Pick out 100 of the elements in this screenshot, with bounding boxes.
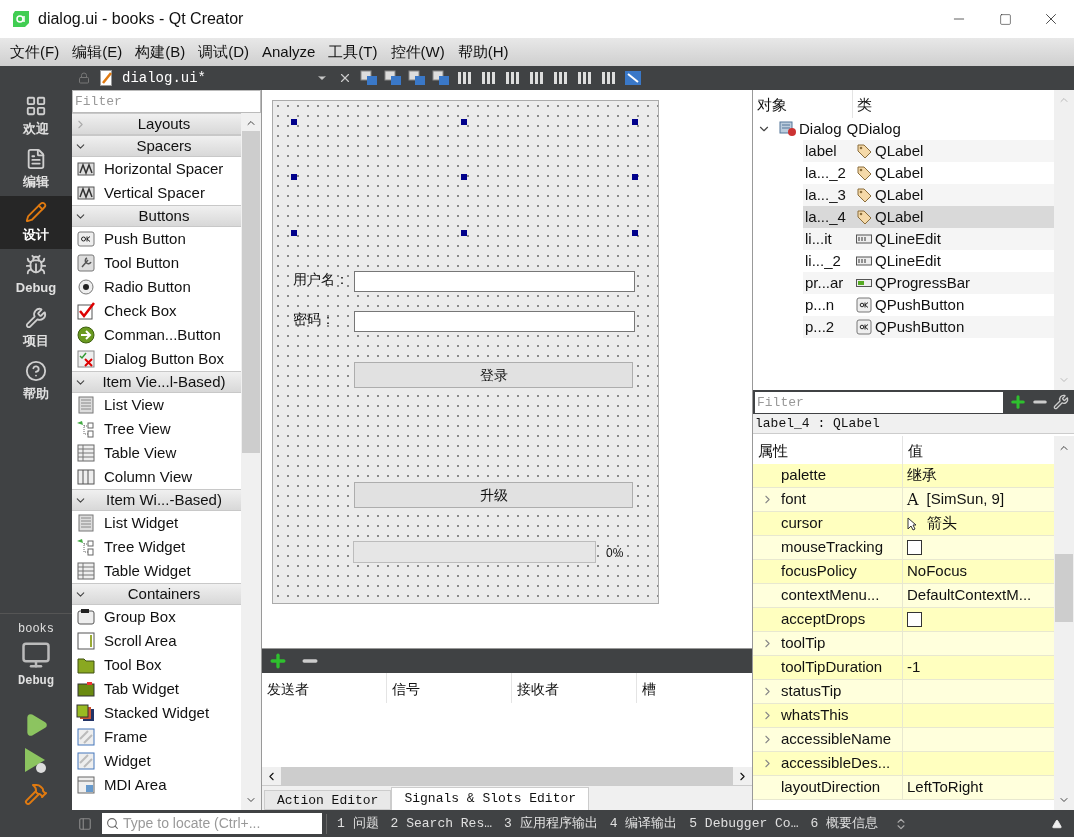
widget-item[interactable]: List View xyxy=(72,393,241,417)
widget-item[interactable]: Widget xyxy=(72,749,241,773)
checkbox[interactable] xyxy=(907,540,922,555)
column-header[interactable]: 类 xyxy=(853,90,1054,118)
widget-item[interactable]: List Widget xyxy=(72,511,241,535)
tree-row[interactable]: la..._3 QLabel xyxy=(803,184,1054,206)
widget-item[interactable]: Vertical Spacer xyxy=(72,181,241,205)
property-value[interactable]: 继承 xyxy=(907,464,937,487)
filter-field[interactable]: Filter xyxy=(72,90,261,113)
mode-tab[interactable]: 欢迎 xyxy=(0,90,72,143)
property-value[interactable]: [SimSun, 9] xyxy=(926,488,1005,511)
category-header[interactable]: Buttons xyxy=(72,205,241,227)
scroll-thumb[interactable] xyxy=(242,131,260,453)
property-row[interactable]: contextMenu... DefaultContextM... xyxy=(753,584,1054,608)
category-header[interactable]: Containers xyxy=(72,583,241,605)
property-row[interactable]: accessibleDes... xyxy=(753,752,1054,776)
expand-panel-icon[interactable] xyxy=(1052,818,1062,829)
column-header[interactable]: 接收者 xyxy=(512,673,637,703)
widget-item[interactable]: Tool Box xyxy=(72,653,241,677)
push-button[interactable]: 登录 xyxy=(354,362,633,388)
category-header[interactable]: Spacers xyxy=(72,135,241,157)
menu-item[interactable]: 调试(D) xyxy=(192,40,255,64)
dialog-form[interactable]: 用户名： 密码： 登录 升级 0% xyxy=(272,100,659,604)
widget-item[interactable]: Group Box xyxy=(72,605,241,629)
mode-tab[interactable]: 设计 xyxy=(0,196,72,249)
column-header[interactable]: 信号 xyxy=(387,673,512,703)
layout-icon[interactable] xyxy=(360,70,378,86)
widget-item[interactable]: Tree Widget xyxy=(72,535,241,559)
widget-item[interactable]: Table Widget xyxy=(72,559,241,583)
property-row[interactable]: mouseTracking xyxy=(753,536,1054,560)
widget-item[interactable]: MDI Area xyxy=(72,773,241,797)
property-value[interactable]: NoFocus xyxy=(907,560,968,583)
menu-item[interactable]: Analyze xyxy=(256,40,322,64)
column-header[interactable]: 发送者 xyxy=(262,673,387,703)
filter-field[interactable]: Filter xyxy=(755,391,1003,413)
maximize-icon[interactable] xyxy=(998,12,1012,26)
output-pane-button[interactable]: 4 编译输出 xyxy=(607,813,680,834)
property-row[interactable]: font A [SimSun, 9] xyxy=(753,488,1054,512)
property-value[interactable]: 箭头 xyxy=(927,512,957,535)
widget-item[interactable]: Comman...Button xyxy=(72,323,241,347)
debug-run-icon[interactable] xyxy=(23,746,49,774)
widget-item[interactable]: Scroll Area xyxy=(72,629,241,653)
tree-row[interactable]: label QLabel xyxy=(803,140,1054,162)
property-row[interactable]: statusTip xyxy=(753,680,1054,704)
add-icon[interactable] xyxy=(1009,393,1027,411)
output-pane-button[interactable]: 5 Debugger Co… xyxy=(687,813,801,834)
columns-icon[interactable] xyxy=(456,70,474,86)
sidebar-toggle-icon[interactable] xyxy=(78,816,92,831)
scroll-thumb[interactable] xyxy=(1055,554,1073,622)
property-row[interactable]: layoutDirection LeftToRight xyxy=(753,776,1054,800)
property-row[interactable]: toolTipDuration -1 xyxy=(753,656,1054,680)
property-row[interactable]: focusPolicy NoFocus xyxy=(753,560,1054,584)
menu-item[interactable]: 帮助(H) xyxy=(451,40,515,64)
property-row[interactable]: whatsThis xyxy=(753,704,1054,728)
widget-item[interactable]: Stacked Widget xyxy=(72,701,241,725)
tree-row[interactable]: Dialog QDialog xyxy=(753,118,1054,140)
widget-item[interactable]: Check Box xyxy=(72,299,241,323)
scrollbar[interactable] xyxy=(241,113,261,810)
adjust-size-icon[interactable] xyxy=(624,70,642,86)
widget-item[interactable]: Push Button xyxy=(72,227,241,251)
locator-field[interactable]: Type to locate (Ctrl+... xyxy=(102,813,322,834)
layout-icon[interactable] xyxy=(384,70,402,86)
output-pane-button[interactable]: 6 概要信息 xyxy=(808,813,881,834)
checkbox[interactable] xyxy=(907,612,922,627)
tree-row[interactable]: li...it QLineEdit xyxy=(803,228,1054,250)
column-header[interactable]: 对象 xyxy=(753,90,853,118)
wrench-icon[interactable] xyxy=(1053,394,1069,410)
menu-item[interactable]: 控件(W) xyxy=(384,40,451,64)
category-header[interactable]: Layouts xyxy=(72,113,241,135)
widget-item[interactable]: Tree View xyxy=(72,417,241,441)
output-pane-button[interactable]: 2 Search Res… xyxy=(388,813,495,834)
property-value[interactable]: DefaultContextM... xyxy=(907,584,1032,607)
property-row[interactable]: toolTip xyxy=(753,632,1054,656)
widget-item[interactable]: Table View xyxy=(72,441,241,465)
widget-item[interactable]: Radio Button xyxy=(72,275,241,299)
editor-tab[interactable]: Signals & Slots Editor xyxy=(391,787,590,810)
widget-item[interactable]: Tab Widget xyxy=(72,677,241,701)
output-pane-button[interactable]: 3 应用程序输出 xyxy=(502,813,600,834)
mode-tab[interactable]: 帮助 xyxy=(0,355,72,408)
widget-item[interactable]: Horizontal Spacer xyxy=(72,157,241,181)
tree-row[interactable]: la..._4 QLabel xyxy=(803,206,1054,228)
menu-item[interactable]: 编辑(E) xyxy=(66,40,129,64)
menu-item[interactable]: 构建(B) xyxy=(129,40,192,64)
layout-icon[interactable] xyxy=(408,70,426,86)
scrollbar[interactable] xyxy=(1054,436,1074,810)
property-row[interactable]: accessibleName xyxy=(753,728,1054,752)
monitor-icon[interactable] xyxy=(21,640,51,670)
selection-handles-drawing[interactable] xyxy=(291,119,639,237)
column-header[interactable]: 值 xyxy=(903,436,1054,464)
category-header[interactable]: Item Wi...-Based) xyxy=(72,489,241,511)
property-row[interactable]: palette 继承 xyxy=(753,464,1054,488)
editor-tab[interactable]: Action Editor xyxy=(264,790,392,810)
widget-item[interactable]: Column View xyxy=(72,465,241,489)
property-value[interactable]: -1 xyxy=(907,656,921,679)
property-row[interactable]: acceptDrops xyxy=(753,608,1054,632)
layout-icon[interactable] xyxy=(432,70,450,86)
build-icon[interactable] xyxy=(24,782,48,806)
output-pane-button[interactable]: 1 问题 xyxy=(335,813,381,834)
menu-item[interactable]: 文件(F) xyxy=(4,40,66,64)
mode-tab[interactable]: Debug xyxy=(0,249,72,302)
